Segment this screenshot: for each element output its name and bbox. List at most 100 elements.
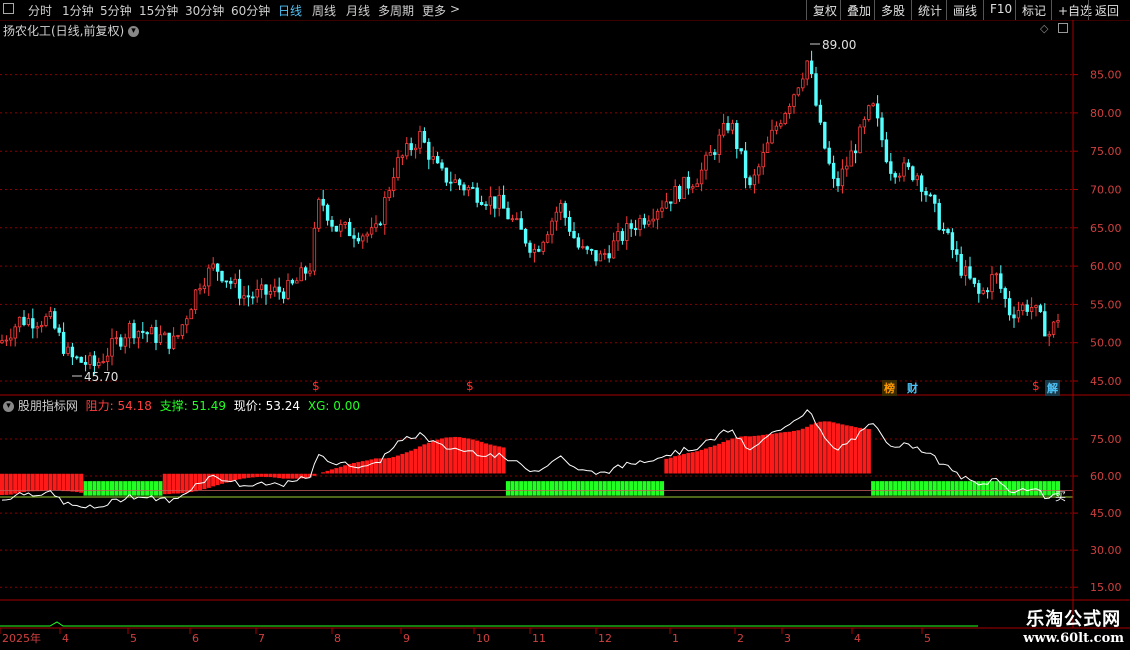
candle-body — [906, 162, 911, 168]
dropdown-circle-icon[interactable]: ▾ — [3, 401, 14, 412]
indicator-bar — [782, 431, 788, 474]
candle-body — [92, 355, 97, 366]
indicator-bar — [892, 480, 898, 496]
indicator-bar — [259, 473, 264, 478]
indicator-bar — [580, 480, 586, 496]
candle-body — [277, 286, 281, 293]
candle-body — [343, 221, 347, 225]
indicator-bar — [158, 480, 163, 496]
indicator-bar — [444, 437, 449, 474]
candle-body — [325, 204, 330, 221]
indicator-bar — [945, 480, 951, 496]
indicator-bar — [562, 480, 568, 496]
candle-body — [787, 105, 792, 114]
indicator-bar — [901, 480, 907, 496]
candle-body — [334, 225, 339, 232]
x-tick-label: 9 — [403, 632, 410, 645]
indicator-bar — [848, 425, 854, 474]
indicator-bar — [496, 446, 502, 474]
candle-body — [831, 162, 836, 179]
indicator-bar — [725, 439, 731, 474]
candle-body — [475, 187, 479, 203]
candle-body — [532, 248, 537, 253]
candle-body — [1029, 307, 1034, 312]
indicator-bar — [690, 451, 696, 474]
indicator-bar — [571, 480, 577, 496]
diamond-icon[interactable]: ◇ — [1040, 22, 1048, 35]
event-marker[interactable]: $ — [312, 379, 320, 393]
indicator-bar — [153, 480, 159, 496]
indicator-bar — [897, 480, 902, 496]
xg-label: XG: — [307, 399, 330, 413]
candle-body — [308, 270, 312, 274]
indicator-bar — [646, 480, 652, 496]
unlock-badge[interactable]: 解 — [1045, 380, 1060, 396]
indicator-bar — [479, 441, 484, 474]
candle-body — [466, 187, 471, 191]
indicator-bar — [413, 448, 418, 474]
indicator-bar — [989, 480, 995, 496]
indicator-bar — [488, 444, 493, 474]
indicator-bar — [778, 432, 784, 474]
indicator-bar — [708, 446, 713, 474]
indicator-bar — [910, 480, 916, 496]
event-marker[interactable]: $ — [1032, 379, 1040, 393]
indicator-bar — [664, 458, 669, 474]
indicator-bar — [791, 430, 797, 474]
candle-body — [413, 147, 418, 151]
indicator-bar — [554, 480, 559, 496]
main-panel-header: 扬农化工(日线,前复权) ▾ — [3, 22, 140, 39]
candle-body — [479, 201, 484, 205]
x-tick-label: 4 — [62, 632, 69, 645]
event-marker[interactable]: $ — [466, 379, 474, 393]
indicator-bar — [21, 473, 27, 493]
indicator-name[interactable]: 股朋指标网 — [18, 399, 78, 413]
candle-body — [70, 346, 75, 358]
indicator-bar — [17, 473, 22, 493]
indicator-bar — [364, 460, 370, 474]
candle-body — [695, 183, 699, 188]
y-tick-label: 15.00 — [1090, 581, 1122, 594]
candle-body — [352, 235, 356, 239]
kline-chart[interactable]: 85.0080.0075.0070.0065.0060.0055.0050.00… — [0, 0, 1130, 650]
candle-body — [229, 280, 233, 284]
candle-body — [765, 142, 770, 153]
indicator-bar — [558, 480, 564, 496]
indicator-bar — [796, 429, 801, 474]
candle-body — [224, 280, 229, 283]
candle-body — [528, 242, 532, 253]
candle-body — [655, 210, 660, 220]
candle-body — [625, 223, 629, 241]
main-y-axis: 85.00 80.00 75.00 70.00 65.00 60.00 55.00 50.00… — [1073, 69, 1122, 388]
x-tick-label: 6 — [192, 632, 199, 645]
indicator-bar — [963, 480, 968, 496]
indicator-bar — [426, 442, 432, 474]
candle-body — [484, 204, 488, 206]
indicator-bar — [598, 480, 603, 496]
candle-body — [959, 253, 963, 276]
indicator-bar — [994, 480, 999, 496]
indicator-bar — [853, 426, 858, 474]
indicator-bar — [941, 480, 946, 496]
candle-body — [457, 179, 462, 186]
candle-body — [185, 318, 189, 326]
candle-body — [13, 326, 17, 339]
indicator-bar — [96, 480, 102, 496]
candle-body — [295, 280, 299, 284]
indicator-bar — [162, 473, 168, 495]
window-icon[interactable] — [1058, 23, 1068, 33]
candle-body — [1007, 298, 1012, 316]
finance-badge[interactable]: 财 — [905, 380, 920, 396]
indicator-bar — [92, 480, 97, 496]
indicator-bar — [584, 480, 590, 496]
indicator-bar — [254, 473, 260, 478]
candle-body — [290, 280, 295, 284]
indicator-bar — [523, 480, 528, 496]
dropdown-circle-icon[interactable]: ▾ — [128, 26, 140, 37]
indicator-bar — [866, 428, 872, 474]
indicator-bar — [122, 480, 128, 496]
indicator-bar — [325, 470, 330, 474]
indicator-bar — [928, 480, 933, 496]
ranking-badge[interactable]: 榜 — [882, 380, 897, 396]
candle-body — [550, 220, 554, 236]
